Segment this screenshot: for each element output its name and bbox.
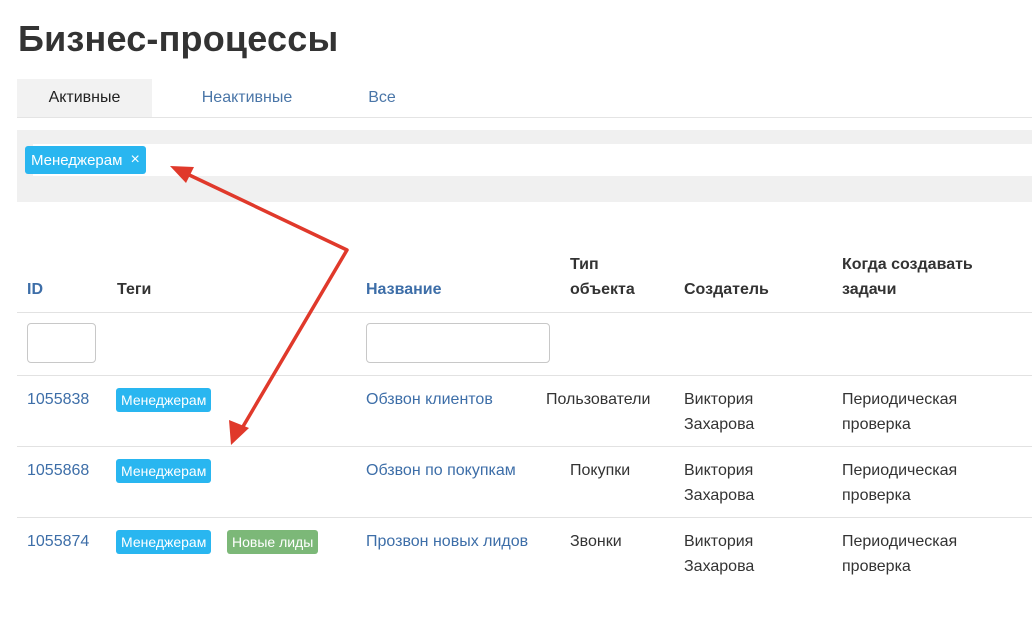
table-row: 1055838 Менеджерам Обзвон клиентов Польз… bbox=[0, 375, 1032, 446]
column-header-object-type: Тип объекта bbox=[570, 252, 635, 302]
tag-badge: Менеджерам bbox=[116, 459, 212, 483]
tag-badge: Менеджерам bbox=[116, 530, 212, 554]
tag-badge: Новые лиды bbox=[227, 530, 319, 554]
tab-inactive[interactable]: Неактивные bbox=[172, 79, 322, 117]
column-header-when-line1: Когда создавать bbox=[842, 256, 973, 273]
row-object-type: Звонки bbox=[570, 533, 622, 550]
row-when-line2: проверка bbox=[842, 558, 911, 575]
row-when-line2: проверка bbox=[842, 487, 911, 504]
tag-badge: Менеджерам bbox=[116, 388, 212, 412]
row-object-type: Пользователи bbox=[546, 391, 651, 408]
row-when: Периодическая проверка bbox=[842, 458, 957, 508]
row-id-link[interactable]: 1055874 bbox=[27, 529, 89, 554]
tabs-bar: Активные Неактивные Все bbox=[17, 79, 1032, 118]
row-name-link[interactable]: Обзвон по покупкам bbox=[366, 458, 516, 483]
divider bbox=[17, 312, 1032, 313]
row-name-link[interactable]: Обзвон клиентов bbox=[366, 387, 493, 412]
row-creator-first: Виктория bbox=[684, 533, 754, 550]
column-header-name[interactable]: Название bbox=[366, 277, 442, 302]
close-icon[interactable]: × bbox=[130, 152, 139, 168]
page: Бизнес-процессы Активные Неактивные Все … bbox=[0, 0, 1032, 624]
row-id-link[interactable]: 1055868 bbox=[27, 458, 89, 483]
row-when: Периодическая проверка bbox=[842, 529, 957, 579]
column-header-creator: Создатель bbox=[684, 281, 769, 298]
row-name-link[interactable]: Прозвон новых лидов bbox=[366, 529, 528, 554]
row-creator-last: Захарова bbox=[684, 487, 755, 504]
row-when-line1: Периодическая bbox=[842, 462, 958, 479]
filter-tag-chip[interactable]: Менеджерам × bbox=[25, 146, 146, 174]
tag-filter-input[interactable] bbox=[33, 144, 1032, 176]
tab-all[interactable]: Все bbox=[337, 79, 427, 117]
column-header-object-type-line2: объекта bbox=[570, 281, 635, 298]
row-creator-last: Захарова bbox=[684, 416, 755, 433]
filter-panel bbox=[17, 130, 1032, 202]
column-header-when-line2: задачи bbox=[842, 281, 897, 298]
column-header-id[interactable]: ID bbox=[27, 277, 43, 302]
row-when-line2: проверка bbox=[842, 416, 911, 433]
row-creator: Виктория Захарова bbox=[684, 529, 754, 579]
row-creator: Виктория Захарова bbox=[684, 387, 754, 437]
row-creator-first: Виктория bbox=[684, 462, 754, 479]
row-id-link[interactable]: 1055838 bbox=[27, 387, 89, 412]
row-creator-first: Виктория bbox=[684, 391, 754, 408]
row-object-type: Покупки bbox=[570, 462, 631, 479]
table-row: 1055868 Менеджерам Обзвон по покупкам По… bbox=[0, 446, 1032, 517]
row-creator: Виктория Захарова bbox=[684, 458, 754, 508]
column-header-tags: Теги bbox=[117, 281, 152, 298]
row-when-line1: Периодическая bbox=[842, 391, 958, 408]
column-header-when: Когда создавать задачи bbox=[842, 252, 973, 302]
name-filter-input[interactable] bbox=[366, 323, 550, 363]
row-creator-last: Захарова bbox=[684, 558, 755, 575]
page-title: Бизнес-процессы bbox=[18, 18, 339, 59]
filter-tag-chip-label: Менеджерам bbox=[31, 151, 123, 169]
table-row: 1055874 Менеджерам Новые лиды Прозвон но… bbox=[0, 517, 1032, 588]
id-filter-input[interactable] bbox=[27, 323, 96, 363]
row-when: Периодическая проверка bbox=[842, 387, 957, 437]
row-when-line1: Периодическая bbox=[842, 533, 958, 550]
tab-active[interactable]: Активные bbox=[17, 79, 152, 117]
column-header-object-type-line1: Тип bbox=[570, 256, 599, 273]
